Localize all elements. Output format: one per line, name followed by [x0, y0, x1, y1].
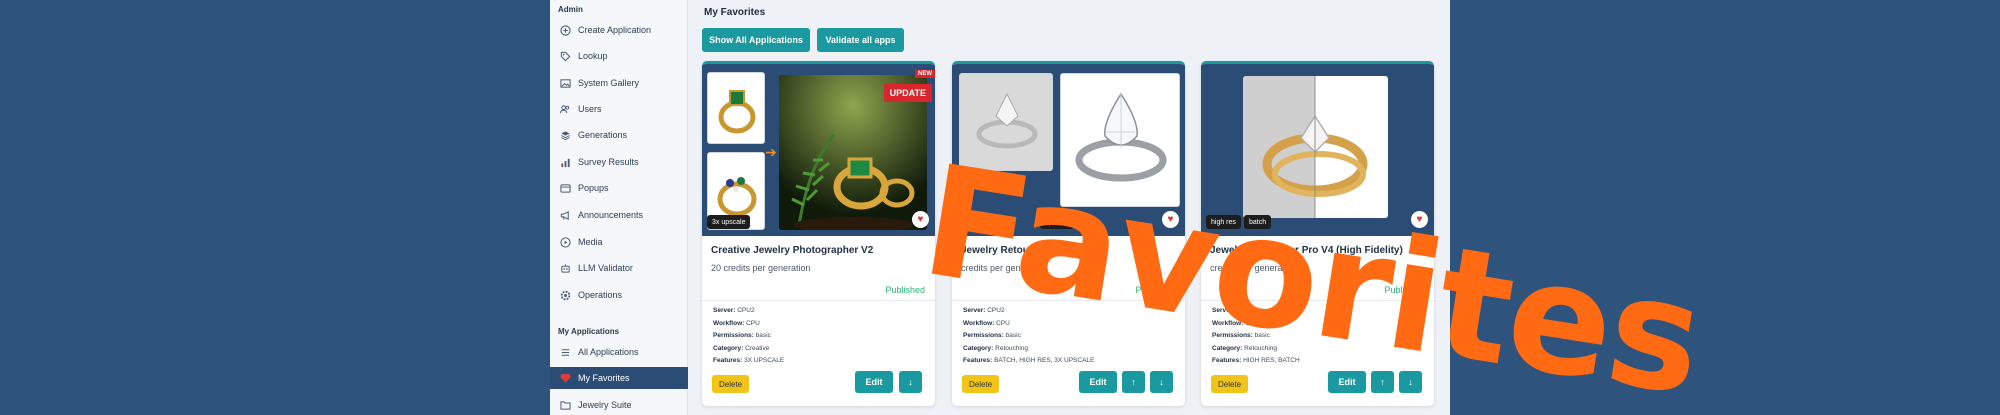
- sidebar-item-system-gallery[interactable]: System Gallery: [550, 72, 688, 94]
- card-preview: ➔ UPDATE NEW 3x upscale ♥: [702, 64, 935, 236]
- sidebar-item-label: Create Application: [578, 25, 652, 35]
- sidebar-item-create-application[interactable]: Create Application: [550, 19, 688, 41]
- bar-chart-icon: [559, 156, 571, 168]
- sidebar-item-label: Lookup: [578, 51, 608, 61]
- app-card[interactable]: ➔ UPDATE NEW 3x upscale ♥ Creative Jewel…: [702, 61, 935, 406]
- sidebar-item-label: Media: [578, 237, 603, 247]
- move-down-button[interactable]: ↓: [899, 371, 922, 393]
- list-icon: [559, 346, 571, 358]
- move-down-button[interactable]: ↓: [1150, 371, 1173, 393]
- edit-button[interactable]: Edit: [1079, 371, 1117, 393]
- sidebar-item-survey-results[interactable]: Survey Results: [550, 151, 688, 173]
- sidebar-item-lookup[interactable]: Lookup: [550, 45, 688, 67]
- sidebar-item-label: Announcements: [578, 210, 644, 220]
- move-up-button[interactable]: ↑: [1122, 371, 1145, 393]
- edit-button[interactable]: Edit: [855, 371, 893, 393]
- page-title: My Favorites: [704, 7, 766, 18]
- meta-category: Category: Retouching: [963, 345, 1029, 352]
- sidebar-item-all-applications[interactable]: All Applications: [550, 341, 688, 363]
- sidebar-item-label: Users: [578, 104, 602, 114]
- delete-button[interactable]: Delete: [712, 375, 750, 393]
- sidebar-section-admin: Admin: [558, 5, 583, 14]
- feature-tag: 3x upscale: [707, 215, 751, 229]
- meta-permissions: Permissions: basic: [963, 332, 1021, 339]
- sidebar-item-label: Operations: [578, 290, 623, 300]
- meta-features: Features: BATCH, HIGH RES, 3X UPSCALE: [963, 357, 1095, 364]
- window-icon: [559, 182, 571, 194]
- sidebar-item-popups[interactable]: Popups: [550, 177, 688, 199]
- sidebar-item-label: Jewelry Suite: [578, 400, 632, 410]
- meta-server: Server: CPU2: [713, 307, 755, 314]
- folder-icon: [559, 399, 571, 411]
- plus-circle-icon: [559, 24, 571, 36]
- sidebar-section-my-applications: My Applications: [558, 327, 620, 336]
- new-badge: NEW: [915, 70, 935, 78]
- ring-thumbnail: [707, 72, 765, 144]
- sidebar-item-announcements[interactable]: Announcements: [550, 204, 688, 226]
- sidebar-item-label: System Gallery: [578, 78, 640, 88]
- sidebar-item-llm-validator[interactable]: LLM Validator: [550, 257, 688, 279]
- meta-permissions: Permissions: basic: [713, 332, 771, 339]
- delete-button[interactable]: Delete: [962, 375, 1000, 393]
- delete-button[interactable]: Delete: [1211, 375, 1249, 393]
- gear-icon: [559, 289, 571, 301]
- sidebar-item-jewelry-suite[interactable]: Jewelry Suite: [550, 394, 688, 415]
- card-credits: 20 credits per generation: [711, 263, 811, 273]
- tag-icon: [559, 50, 571, 62]
- meta-features: Features: 3X UPSCALE: [713, 357, 785, 364]
- validate-all-apps-button[interactable]: Validate all apps: [817, 28, 904, 52]
- card-title: Creative Jewelry Photographer V2: [711, 245, 874, 256]
- layers-icon: [559, 129, 571, 141]
- sidebar: Admin Create Application Lookup System G…: [550, 0, 688, 415]
- show-all-applications-button[interactable]: Show All Applications: [702, 28, 810, 52]
- meta-category: Category: Creative: [713, 345, 770, 352]
- users-icon: [559, 103, 571, 115]
- image-icon: [559, 77, 571, 89]
- sidebar-item-my-favorites[interactable]: My Favorites: [550, 367, 688, 389]
- sidebar-item-label: Survey Results: [578, 157, 639, 167]
- update-badge: UPDATE: [883, 84, 932, 102]
- sidebar-item-label: Popups: [578, 183, 609, 193]
- sidebar-item-users[interactable]: Users: [550, 98, 688, 120]
- robot-icon: [559, 262, 571, 274]
- sidebar-item-label: My Favorites: [578, 373, 630, 383]
- sidebar-item-media[interactable]: Media: [550, 231, 688, 253]
- megaphone-icon: [559, 209, 571, 221]
- sidebar-item-label: LLM Validator: [578, 263, 633, 273]
- sidebar-item-operations[interactable]: Operations: [550, 284, 688, 306]
- sidebar-item-label: Generations: [578, 130, 628, 140]
- sidebar-item-label: All Applications: [578, 347, 639, 357]
- sidebar-item-generations[interactable]: Generations: [550, 124, 688, 146]
- divider: [702, 300, 935, 301]
- meta-workflow: Workflow: CPU: [713, 320, 760, 327]
- heart-icon: [559, 372, 571, 384]
- arrow-icon: ➔: [765, 144, 777, 160]
- media-icon: [559, 236, 571, 248]
